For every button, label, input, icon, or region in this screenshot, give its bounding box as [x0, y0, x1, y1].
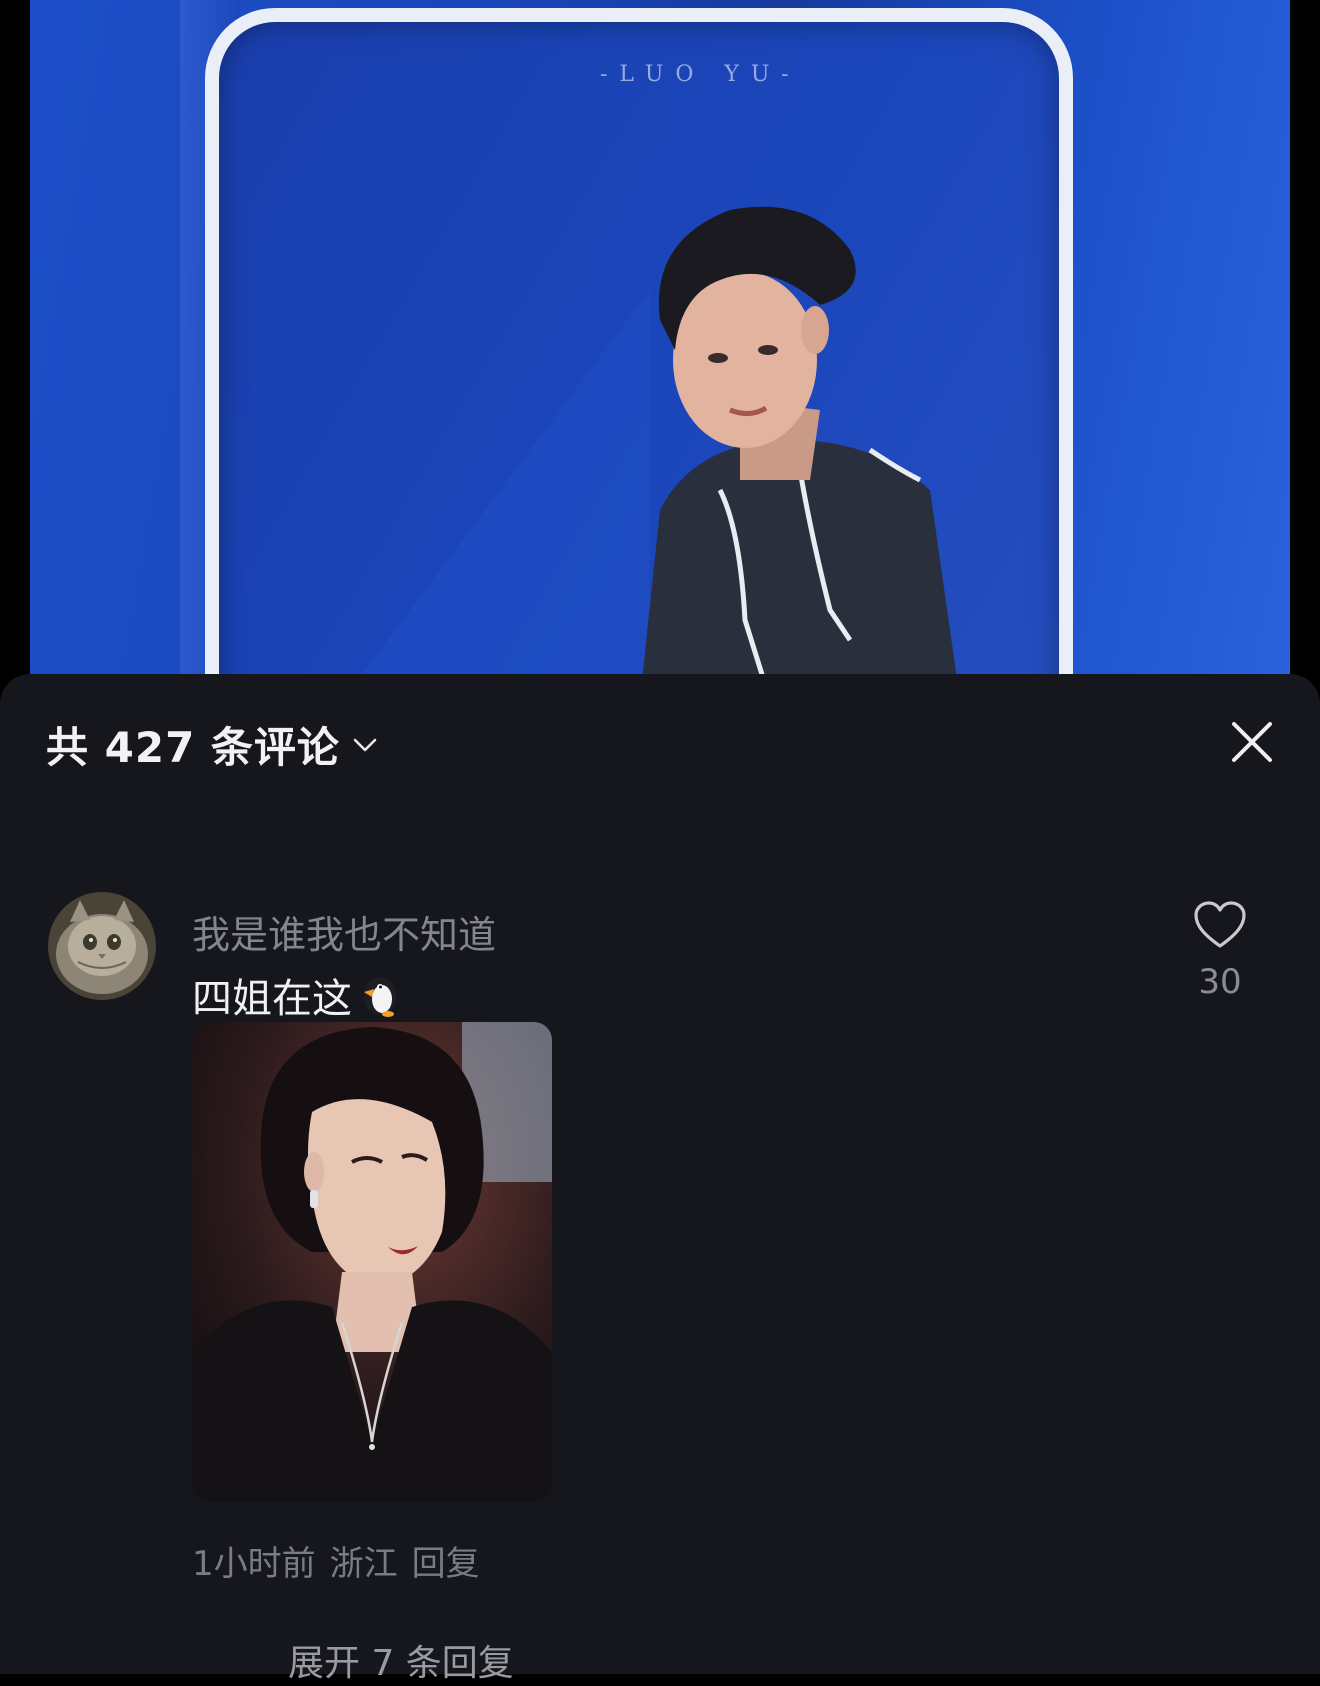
penguin-icon — [364, 977, 396, 1017]
heart-icon[interactable] — [1193, 900, 1247, 950]
close-icon[interactable] — [1230, 720, 1274, 764]
comments-count-title: 共 427 条评论 — [46, 723, 340, 772]
comment-text: 四姐在这 — [192, 966, 402, 1024]
chevron-down-icon — [353, 738, 377, 751]
comment-username[interactable]: 我是谁我也不知道 — [192, 904, 496, 959]
video-player[interactable]: -LUO YU- — [0, 0, 1320, 690]
comment-photo[interactable] — [192, 1022, 552, 1502]
video-frame: -LUO YU- — [30, 0, 1290, 690]
comment-time: 1小时前 — [192, 1544, 316, 1584]
video-person-figure — [641, 206, 959, 690]
avatar[interactable] — [48, 892, 156, 1000]
comment-body: 四姐在这 — [192, 976, 352, 1022]
comments-count-header[interactable]: 共 427 条评论 — [46, 714, 378, 775]
reply-button[interactable]: 回复 — [412, 1536, 480, 1585]
like-block: 30 — [1180, 892, 1260, 1002]
video-watermark: -LUO YU- — [600, 62, 801, 87]
like-count: 30 — [1198, 962, 1242, 1002]
comment-meta: 1小时前 浙江 回复 — [192, 1536, 480, 1585]
expand-replies-button[interactable]: 展开 7 条回复 — [288, 1634, 514, 1686]
comments-sheet: 共 427 条评论 我是谁我也不知道 四姐在这 30 1小时前 浙江 回复 展开… — [0, 674, 1320, 1684]
comment-location: 浙江 — [329, 1544, 398, 1584]
